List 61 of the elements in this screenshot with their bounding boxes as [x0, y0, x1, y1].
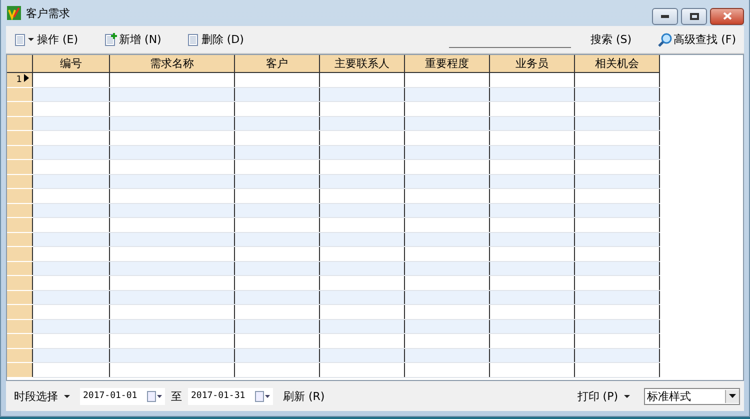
date-field[interactable]: 2017-01-31 — [188, 388, 273, 404]
row-header[interactable] — [7, 218, 32, 232]
current-row-arrow-icon — [24, 74, 29, 82]
to-label: 至 — [171, 388, 182, 404]
period-select-button[interactable]: 时段选择 — [10, 386, 74, 406]
column-header[interactable]: 需求名称 — [110, 55, 234, 72]
caret-icon — [64, 394, 70, 398]
row-header[interactable] — [7, 276, 32, 290]
row-header[interactable] — [7, 334, 32, 348]
column-header[interactable]: 重要程度 — [404, 55, 490, 72]
document-icon — [187, 32, 200, 46]
dropdown-arrow-icon — [729, 394, 736, 398]
row-header[interactable] — [7, 203, 32, 218]
corner-header-cell — [7, 55, 32, 72]
magnifier-icon — [658, 32, 672, 46]
row-header[interactable] — [7, 102, 32, 116]
advanced-search-button[interactable]: 高级查找 (F) — [654, 30, 740, 49]
search-button[interactable]: 搜索 (S) — [586, 30, 636, 49]
delete-button[interactable]: 删除 (D) — [183, 30, 248, 49]
document-plus-icon — [104, 32, 118, 46]
row-header[interactable] — [7, 116, 32, 130]
column-header[interactable]: 相关机会 — [574, 55, 660, 72]
close-button[interactable] — [710, 8, 744, 24]
new-button[interactable]: 新增 (N) — [100, 30, 166, 49]
row-header[interactable]: 1 — [7, 72, 32, 87]
menu-button[interactable]: 操作 (E) — [10, 30, 82, 49]
row-header[interactable] — [7, 261, 32, 276]
document-icon — [14, 32, 26, 46]
row-header[interactable] — [7, 319, 32, 334]
minimize-button[interactable] — [652, 8, 678, 24]
row-header[interactable] — [7, 362, 32, 377]
row-header[interactable] — [7, 246, 32, 261]
row-header[interactable] — [7, 232, 32, 246]
refresh-button[interactable]: 刷新 (R) — [279, 386, 329, 406]
row-header[interactable] — [7, 290, 32, 304]
row-header[interactable] — [7, 145, 32, 160]
window-title: 客户需求 — [26, 6, 70, 20]
row-header[interactable] — [7, 87, 32, 102]
app-logo-icon — [7, 6, 21, 20]
column-header[interactable]: 业务员 — [490, 55, 574, 72]
calendar-dropdown-icon — [255, 390, 270, 402]
close-icon — [722, 12, 732, 20]
row-header[interactable] — [7, 188, 32, 203]
print-button[interactable]: 打印 (P) — [573, 386, 634, 406]
row-header[interactable] — [7, 160, 32, 174]
minimize-icon — [661, 14, 669, 18]
calendar-dropdown-icon — [147, 390, 162, 402]
row-header[interactable] — [7, 130, 32, 145]
column-header[interactable]: 客户 — [234, 55, 320, 72]
row-header[interactable] — [7, 174, 32, 188]
column-header[interactable]: 编号 — [32, 55, 110, 72]
date-field[interactable]: 2017-01-01 — [80, 388, 165, 404]
column-header[interactable]: 主要联系人 — [320, 55, 404, 72]
row-header[interactable] — [7, 304, 32, 319]
row-number: 1 — [16, 75, 22, 86]
caret-icon — [28, 38, 34, 41]
maximize-button[interactable] — [681, 8, 707, 24]
maximize-icon — [690, 12, 698, 20]
caret-icon — [624, 394, 630, 398]
style-dropdown[interactable]: 标准样式 — [644, 388, 740, 404]
row-header[interactable] — [7, 348, 32, 362]
